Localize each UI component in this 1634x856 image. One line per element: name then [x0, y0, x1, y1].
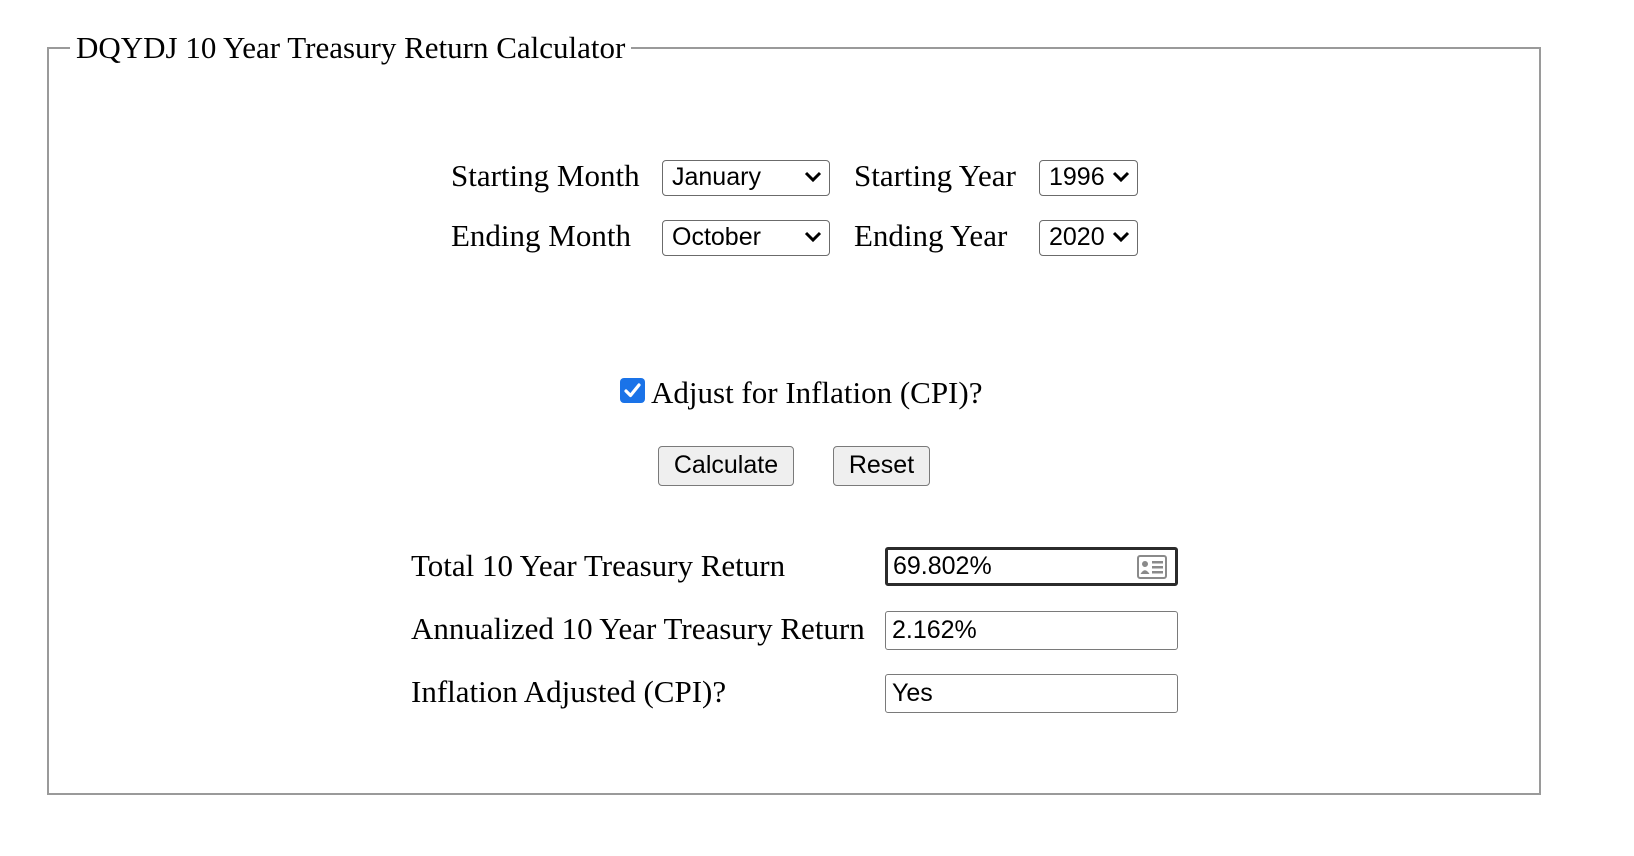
inflation-adjusted-field[interactable]: Yes [885, 674, 1178, 713]
calculate-button[interactable]: Calculate [658, 446, 794, 486]
starting-month-value: January [672, 163, 761, 191]
checkmark-icon [624, 383, 641, 398]
starting-month-select[interactable]: January [662, 160, 830, 196]
ending-year-value: 2020 [1049, 223, 1105, 251]
ending-year-label: Ending Year [854, 218, 1008, 253]
chevron-down-icon [804, 171, 822, 183]
contact-card-icon[interactable] [1137, 555, 1167, 579]
inflation-checkbox[interactable] [620, 378, 645, 403]
starting-year-value: 1996 [1049, 163, 1105, 191]
inflation-adjusted-label: Inflation Adjusted (CPI)? [411, 674, 727, 709]
inflation-adjusted-value: Yes [892, 679, 933, 707]
ending-month-select[interactable]: October [662, 220, 830, 256]
annualized-return-value: 2.162% [892, 616, 977, 644]
ending-year-select[interactable]: 2020 [1039, 220, 1138, 256]
starting-month-label: Starting Month [451, 158, 640, 193]
starting-year-label: Starting Year [854, 158, 1016, 193]
starting-year-select[interactable]: 1996 [1039, 160, 1138, 196]
chevron-down-icon [1112, 231, 1130, 243]
total-return-label: Total 10 Year Treasury Return [411, 548, 786, 583]
annualized-return-label: Annualized 10 Year Treasury Return [411, 611, 865, 646]
chevron-down-icon [1112, 171, 1130, 183]
annualized-return-field[interactable]: 2.162% [885, 611, 1178, 650]
total-return-value: 69.802% [893, 552, 992, 580]
calculator-title: DQYDJ 10 Year Treasury Return Calculator [70, 28, 632, 68]
reset-button[interactable]: Reset [833, 446, 930, 486]
chevron-down-icon [804, 231, 822, 243]
ending-month-value: October [672, 223, 761, 251]
ending-month-label: Ending Month [451, 218, 631, 253]
inflation-checkbox-label[interactable]: Adjust for Inflation (CPI)? [651, 374, 982, 412]
total-return-field[interactable]: 69.802% [885, 547, 1178, 586]
